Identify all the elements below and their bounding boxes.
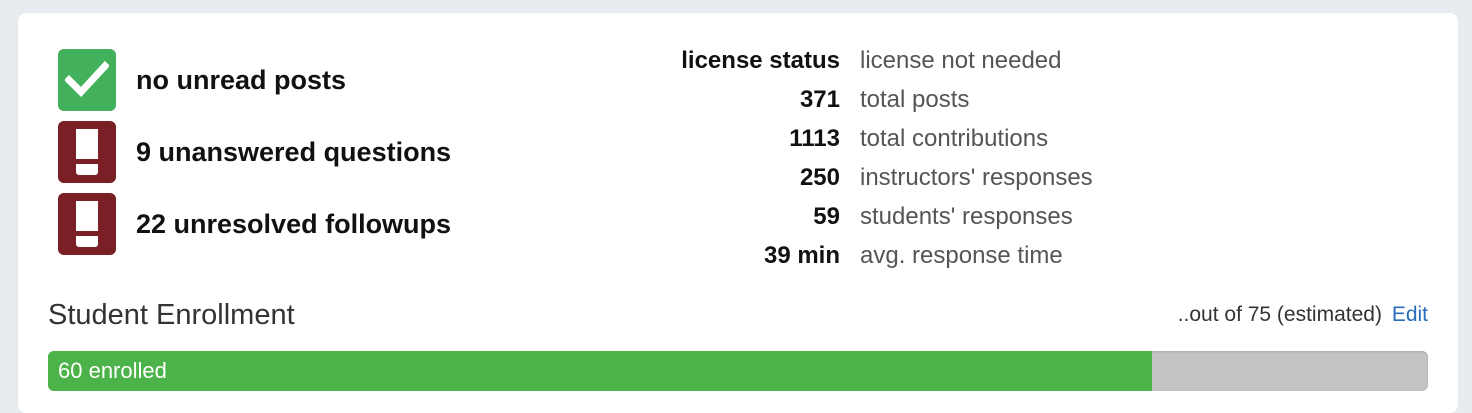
exclamation-icon bbox=[58, 193, 116, 255]
stat-row-student-responses: 59 students' responses bbox=[618, 203, 1093, 242]
stat-row-response-time: 39 min avg. response time bbox=[618, 242, 1093, 281]
stat-key: 371 bbox=[799, 86, 840, 113]
stat-value: avg. response time bbox=[860, 242, 1063, 269]
enrollment-progress-fill: 60 enrolled bbox=[48, 351, 1152, 391]
status-text[interactable]: 22 unresolved followups bbox=[136, 209, 451, 240]
course-stats-card: no unread posts 9 unanswered questions 2… bbox=[18, 13, 1458, 413]
status-unanswered-questions[interactable]: 9 unanswered questions bbox=[58, 121, 451, 183]
stat-value: total posts bbox=[860, 86, 970, 113]
enrollment-progress-bar: 60 enrolled bbox=[48, 351, 1428, 391]
exclamation-icon bbox=[58, 121, 116, 183]
enrollment-estimate-text: ..out of 75 (estimated) bbox=[1177, 303, 1382, 326]
stat-key: 39 min bbox=[763, 242, 840, 269]
status-text[interactable]: 9 unanswered questions bbox=[136, 137, 451, 168]
edit-enrollment-link[interactable]: Edit bbox=[1392, 303, 1428, 326]
enrollment-title: Student Enrollment bbox=[48, 299, 295, 331]
stat-value: license not needed bbox=[860, 47, 1062, 74]
stat-row-total-contributions: 1113 total contributions bbox=[618, 125, 1093, 164]
stat-key: license status bbox=[681, 47, 840, 74]
stat-row-total-posts: 371 total posts bbox=[618, 86, 1093, 125]
stat-key: 1113 bbox=[789, 125, 840, 152]
stat-value: total contributions bbox=[860, 125, 1049, 152]
stat-value: instructors' responses bbox=[860, 164, 1093, 191]
stats-table: license status license not needed 371 to… bbox=[618, 47, 1093, 281]
status-unresolved-followups[interactable]: 22 unresolved followups bbox=[58, 193, 451, 255]
enrollment-estimate: ..out of 75 (estimated) Edit bbox=[1178, 303, 1428, 327]
status-text: no unread posts bbox=[136, 64, 347, 95]
enrolled-label: 60 enrolled bbox=[58, 358, 167, 383]
stat-value: students' responses bbox=[860, 203, 1073, 230]
stat-row-license: license status license not needed bbox=[618, 47, 1093, 86]
stat-key: 59 bbox=[813, 203, 840, 230]
status-unread-posts: no unread posts bbox=[58, 49, 346, 111]
stat-key: 250 bbox=[799, 164, 840, 191]
stat-row-instructor-responses: 250 instructors' responses bbox=[618, 164, 1093, 203]
check-icon bbox=[58, 49, 116, 111]
